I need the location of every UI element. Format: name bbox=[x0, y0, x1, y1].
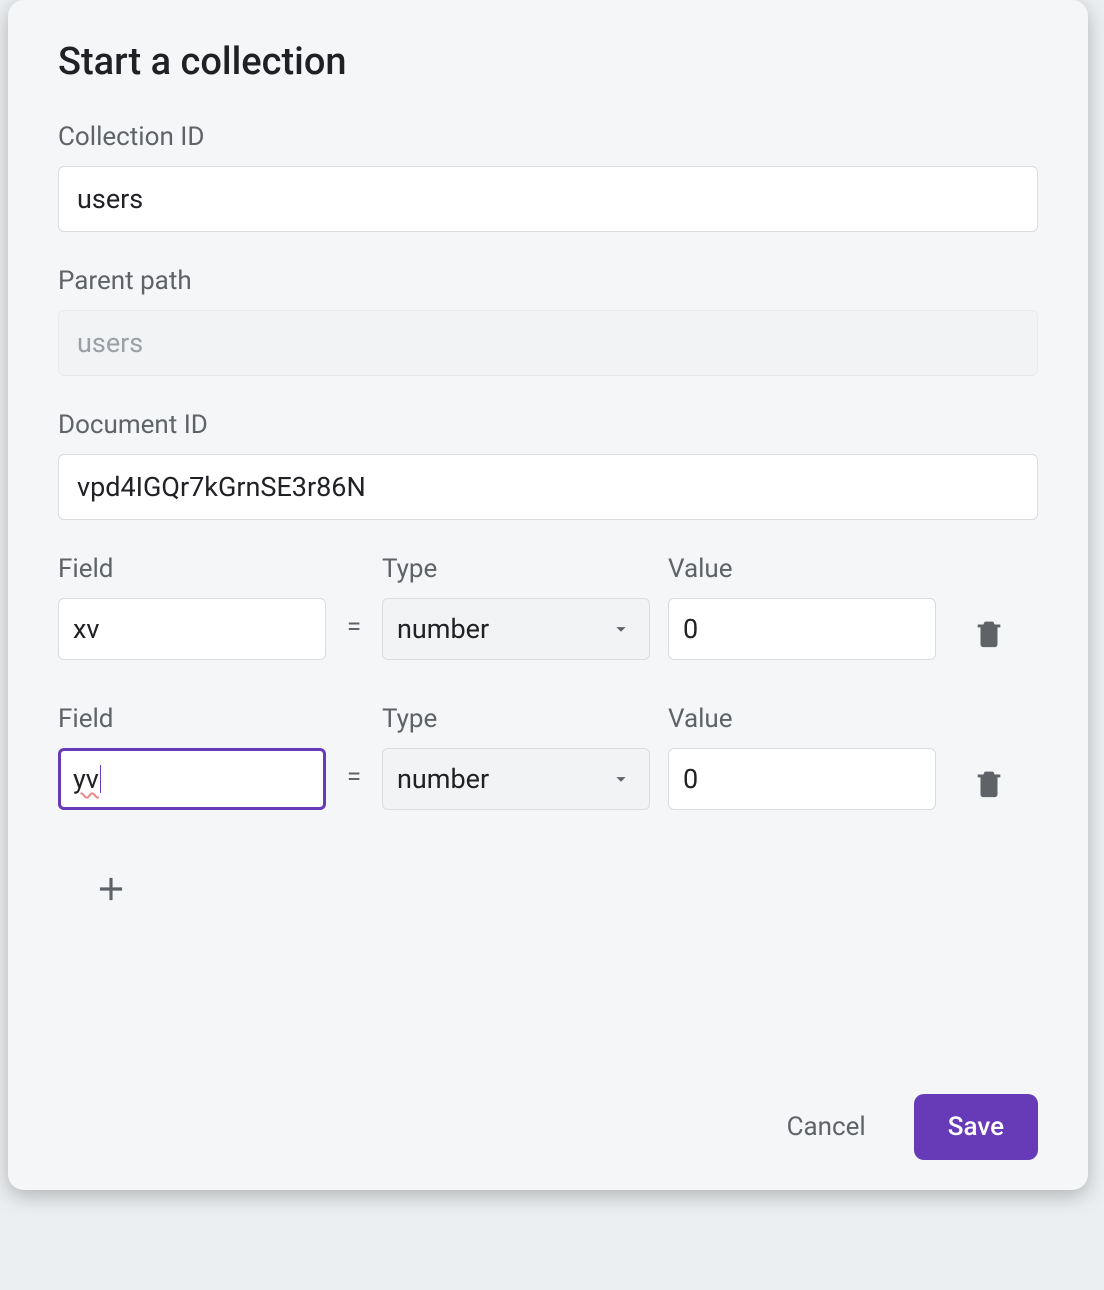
delete-field-button[interactable] bbox=[954, 616, 1006, 660]
field-name-text: yv bbox=[73, 763, 99, 795]
trash-icon bbox=[972, 766, 1006, 800]
parent-path-input bbox=[58, 310, 1038, 376]
field-name-col: Field bbox=[58, 554, 326, 660]
field-name-col: Field yv bbox=[58, 704, 326, 810]
parent-path-label: Parent path bbox=[58, 266, 1038, 296]
field-header: Field bbox=[58, 704, 326, 734]
cancel-button[interactable]: Cancel bbox=[777, 1100, 876, 1154]
add-field-button[interactable] bbox=[86, 864, 136, 914]
field-value-col: Value bbox=[668, 554, 936, 660]
field-value-input[interactable] bbox=[668, 748, 936, 810]
collection-id-label: Collection ID bbox=[58, 122, 1038, 152]
plus-icon bbox=[92, 870, 130, 908]
type-header: Type bbox=[382, 704, 650, 734]
field-name-input[interactable] bbox=[58, 598, 326, 660]
field-type-select[interactable]: number bbox=[382, 748, 650, 810]
type-header: Type bbox=[382, 554, 650, 584]
field-value-col: Value bbox=[668, 704, 936, 810]
document-id-input[interactable] bbox=[58, 454, 1038, 520]
field-type-col: Type number bbox=[382, 704, 650, 810]
field-header: Field bbox=[58, 554, 326, 584]
field-type-col: Type number bbox=[382, 554, 650, 660]
add-field-row bbox=[86, 864, 1038, 914]
field-row: Field = Type number Value bbox=[58, 554, 1038, 660]
equals-sign: = bbox=[344, 762, 364, 810]
dialog-title: Start a collection bbox=[58, 40, 1038, 84]
field-type-value[interactable]: number bbox=[382, 598, 650, 660]
field-type-value[interactable]: number bbox=[382, 748, 650, 810]
field-value-input[interactable] bbox=[668, 598, 936, 660]
value-header: Value bbox=[668, 704, 936, 734]
field-type-select[interactable]: number bbox=[382, 598, 650, 660]
save-button[interactable]: Save bbox=[914, 1094, 1038, 1160]
dialog-actions: Cancel Save bbox=[58, 1094, 1038, 1160]
start-collection-dialog: Start a collection Collection ID Parent … bbox=[8, 0, 1088, 1190]
text-cursor bbox=[100, 765, 101, 793]
collection-id-group: Collection ID bbox=[58, 122, 1038, 232]
document-id-group: Document ID bbox=[58, 410, 1038, 520]
collection-id-input[interactable] bbox=[58, 166, 1038, 232]
trash-icon bbox=[972, 616, 1006, 650]
delete-field-button[interactable] bbox=[954, 766, 1006, 810]
field-row: Field yv = Type number Value bbox=[58, 704, 1038, 810]
equals-sign: = bbox=[344, 612, 364, 660]
value-header: Value bbox=[668, 554, 936, 584]
parent-path-group: Parent path bbox=[58, 266, 1038, 376]
field-name-input[interactable]: yv bbox=[58, 748, 326, 810]
document-id-label: Document ID bbox=[58, 410, 1038, 440]
